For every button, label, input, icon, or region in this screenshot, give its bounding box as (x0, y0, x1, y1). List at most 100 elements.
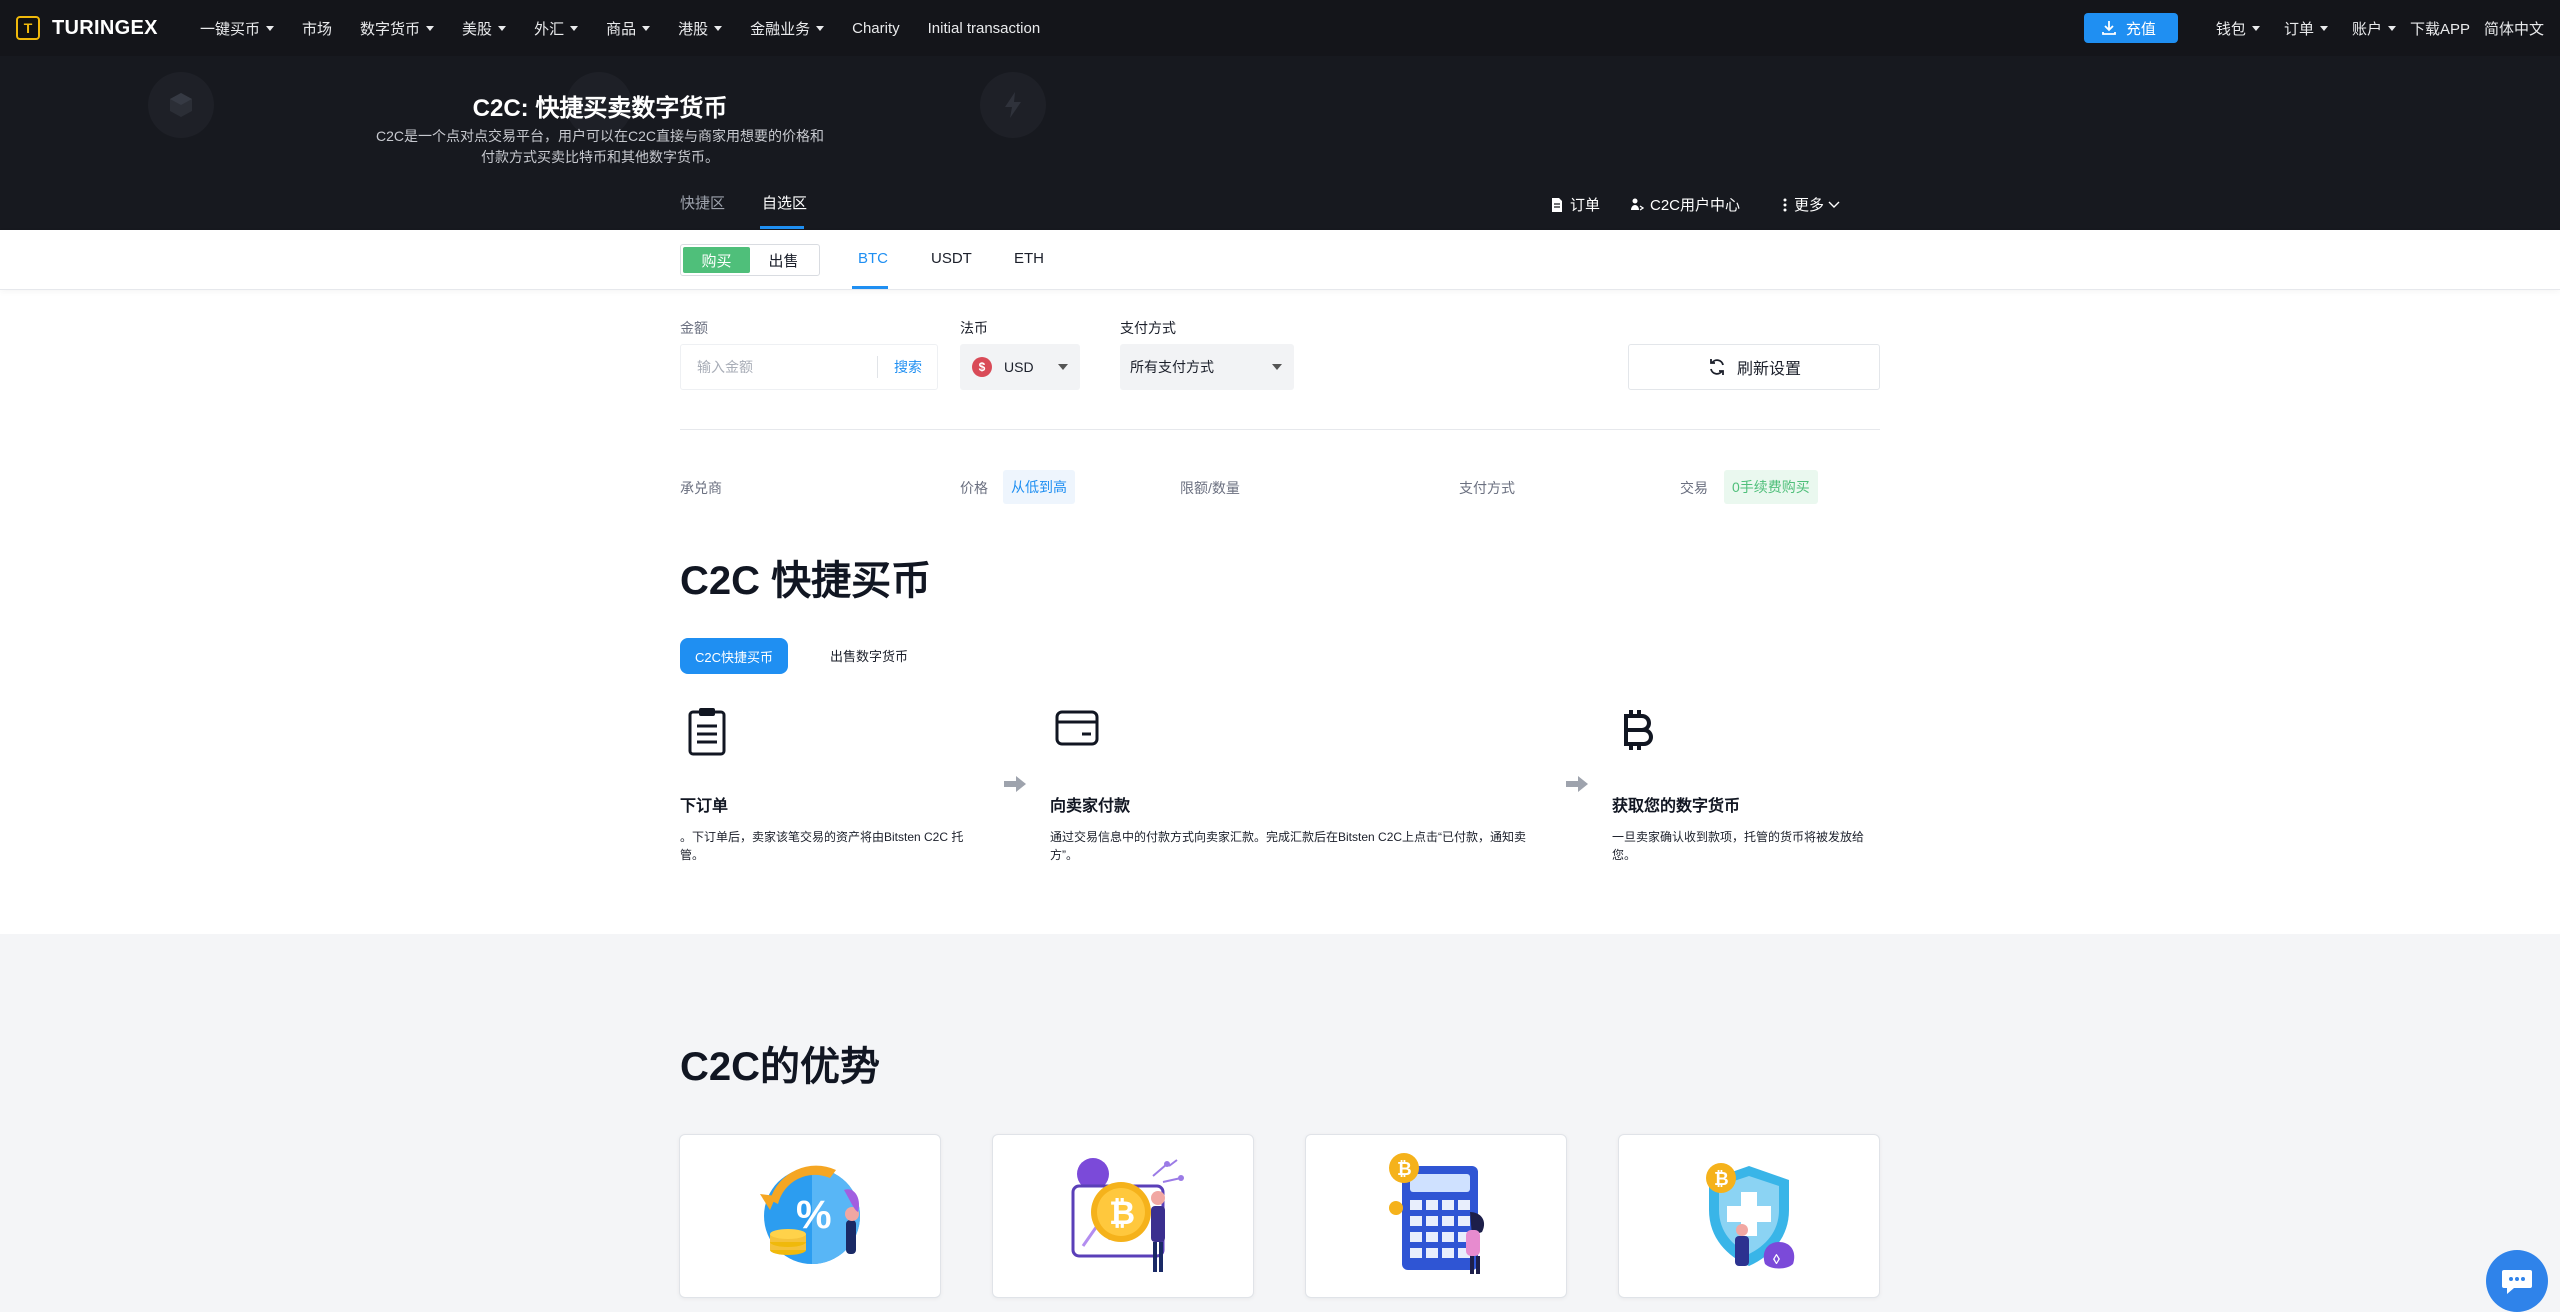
advantage-card: ₿ ◊ (1618, 1134, 1880, 1298)
hero-description: C2C是一个点对点交易平台，用户可以在C2C直接与商家用想要的价格和 付款方式买… (375, 128, 824, 165)
advantages-title: C2C的优势 (680, 1045, 881, 1089)
tab-usdt[interactable]: USDT (931, 250, 972, 267)
advantage-card: % (679, 1134, 941, 1298)
chevron-down-icon (642, 25, 651, 31)
calculator-illustration: ₿ (1389, 1153, 1485, 1274)
col-merchant: 承兑商 (680, 480, 722, 496)
step-title: 下订单 (680, 798, 729, 815)
fiat-select[interactable]: $ USD (960, 344, 1080, 390)
arrow-right-icon (1564, 774, 1590, 794)
nav-item-account[interactable]: 账户 (2352, 18, 2396, 39)
svg-text:₿: ₿ (1397, 1159, 1412, 1179)
nav-item-language[interactable]: 简体中文 (2484, 18, 2544, 39)
deposit-button[interactable]: 充值 (2083, 13, 2178, 43)
tab-sell-crypto[interactable]: 出售数字货币 (830, 646, 908, 665)
nav-item-charity[interactable]: Charity (852, 20, 900, 37)
step-title: 向卖家付款 (1050, 798, 1131, 815)
chevron-down-icon (266, 25, 275, 31)
chevron-down-icon (1272, 364, 1282, 370)
nav-item-finance[interactable]: 金融业务 (750, 18, 825, 39)
nav-item-download-app[interactable]: 下载APP (2410, 18, 2470, 39)
bitcoin-monitor-illustration: ₿ (1071, 1158, 1184, 1272)
section-divider (680, 429, 1880, 430)
chevron-down-icon (2251, 25, 2260, 31)
orders-link[interactable]: 订单 (1550, 194, 1600, 215)
buy-button[interactable]: 购买 (683, 247, 750, 273)
more-menu[interactable]: 更多 (1782, 194, 1840, 215)
chevron-down-icon (816, 25, 825, 31)
document-icon (1552, 197, 1562, 212)
arrow-right-icon (1002, 774, 1028, 794)
step-description: 一旦卖家确认收到款项，托管的货币将被发放给 您。 (1612, 830, 1865, 862)
user-swap-icon (1631, 198, 1644, 211)
page-title: C2C: 快捷买卖数字货币 (472, 95, 728, 122)
chevron-down-icon (1828, 201, 1840, 208)
nav-item-crypto[interactable]: 数字货币 (360, 18, 435, 39)
tab-btc[interactable]: BTC (858, 250, 888, 267)
nav-item-us-stocks[interactable]: 美股 (462, 18, 507, 39)
trade-toolbar: 购买 出售 BTC USDT ETH (0, 230, 2560, 290)
tab-eth[interactable]: ETH (1014, 250, 1044, 267)
svg-text:₿: ₿ (1109, 1195, 1135, 1231)
col-limit: 限额/数量 (1180, 480, 1240, 496)
svg-text:%: % (796, 1193, 832, 1237)
more-dots-icon (1783, 198, 1787, 211)
card-icon (1054, 706, 1100, 750)
chevron-down-icon (498, 25, 507, 31)
bitcoin-icon (1618, 706, 1658, 754)
amount-input[interactable] (681, 358, 877, 376)
step-description: 。下订单后，卖家该笔交易的资产将由Bitsten C2C 托管。 (680, 830, 964, 862)
amount-label: 金额 (680, 320, 708, 336)
nav-right: 充值 钱包 订单 账户 下载APP 简体中文 (2083, 0, 2544, 56)
col-payment: 支付方式 (1459, 480, 1515, 496)
search-button[interactable]: 搜索 (878, 357, 922, 377)
clipboard-icon (686, 706, 728, 756)
advantage-card: ₿ (1305, 1134, 1567, 1298)
chevron-down-icon (426, 25, 435, 31)
shield-bitcoin-illustration: ₿ ◊ (1706, 1163, 1795, 1269)
nav-item-commodities[interactable]: 商品 (606, 18, 651, 39)
top-nav: T TURINGEX 一键买币 市场 数字货币 美股 外汇 商品 港股 金融业务… (0, 0, 2560, 56)
step-description: 通过交易信息中的付款方式向卖家汇款。完成汇款后在Bitsten C2C上点击“已… (1050, 830, 1527, 862)
download-icon (2102, 21, 2116, 35)
advantage-card: ₿ (992, 1134, 1254, 1298)
advantages-section (0, 934, 2560, 1312)
refresh-settings-button[interactable]: 刷新设置 (1628, 344, 1880, 390)
active-coin-indicator (852, 286, 888, 289)
nav-item-wallet[interactable]: 钱包 (2216, 18, 2260, 39)
chevron-down-icon (570, 25, 579, 31)
hero-banner: C2C: 快捷买卖数字货币 C2C是一个点对点交易平台，用户可以在C2C直接与商… (0, 56, 2560, 230)
chevron-down-icon (2319, 25, 2328, 31)
col-trade: 交易 (1680, 480, 1708, 496)
chevron-down-icon (714, 25, 723, 31)
logo-text: TURINGEX (52, 16, 158, 39)
nav-item-forex[interactable]: 外汇 (534, 18, 579, 39)
tab-quick-buy[interactable]: C2C快捷买币 (680, 638, 788, 674)
chat-support-button[interactable] (2486, 1250, 2548, 1312)
nav-item-one-click-buy[interactable]: 一键买币 (200, 18, 275, 39)
discount-coins-illustration: % (760, 1165, 860, 1264)
chevron-down-icon (2387, 25, 2396, 31)
tab-custom-zone[interactable]: 自选区 (762, 192, 807, 213)
sort-low-to-high-button[interactable]: 从低到高 (1003, 470, 1075, 504)
chevron-down-icon (1058, 364, 1068, 370)
payment-select[interactable]: 所有支付方式 (1120, 344, 1294, 390)
refresh-icon (1710, 359, 1724, 375)
buy-sell-toggle: 购买 出售 (680, 244, 820, 276)
logo[interactable]: T TURINGEX (16, 0, 158, 56)
svg-text:◊: ◊ (1773, 1251, 1780, 1267)
chat-icon (2502, 1270, 2532, 1294)
nav-item-initial-transaction[interactable]: Initial transaction (928, 20, 1041, 37)
nav-item-hk-stocks[interactable]: 港股 (678, 18, 723, 39)
sell-button[interactable]: 出售 (750, 247, 817, 273)
step-title: 获取您的数字货币 (1612, 798, 1741, 815)
zero-fee-buy-button[interactable]: 0手续费购买 (1724, 470, 1818, 504)
col-price: 价格 (960, 480, 988, 496)
svg-text:₿: ₿ (1714, 1169, 1729, 1189)
nav-item-market[interactable]: 市场 (302, 18, 332, 39)
c2c-user-center-link[interactable]: C2C用户中心 (1630, 194, 1740, 215)
fiat-label: 法币 (960, 320, 988, 336)
amount-field: 搜索 (680, 344, 938, 390)
tab-quick-zone[interactable]: 快捷区 (680, 192, 725, 213)
nav-item-orders[interactable]: 订单 (2284, 18, 2328, 39)
